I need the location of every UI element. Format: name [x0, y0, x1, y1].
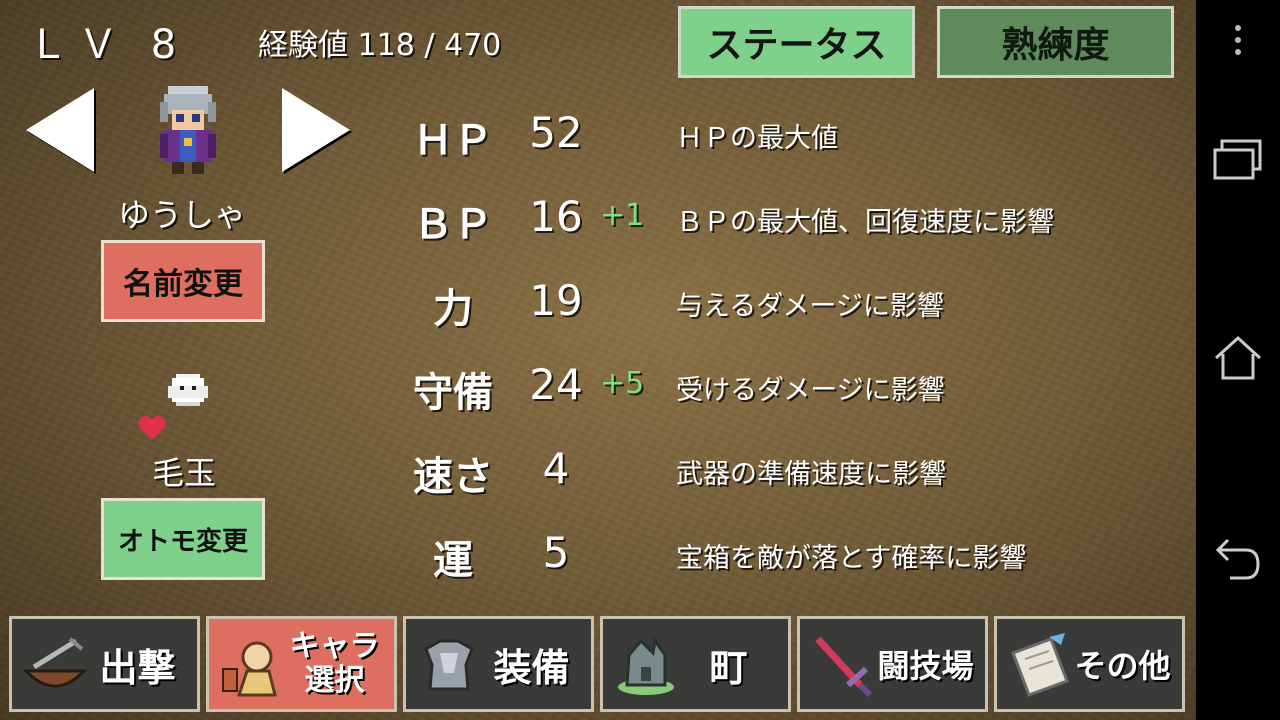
stat-name: ＢＰ [413, 202, 493, 248]
stat-description: 受けるダメージに影響 [676, 375, 945, 406]
scroll-icon [1011, 633, 1069, 697]
stat-value: 19 [529, 276, 583, 325]
stat-description: 宝箱を敵が落とす確率に影響 [676, 543, 1027, 574]
stat-description: ＨＰの最大値 [676, 123, 838, 154]
tab-label: その他 [1074, 647, 1171, 685]
experience-readout: 経験値 118 / 470 [258, 20, 501, 64]
system-navigation-bar [1196, 0, 1280, 720]
mastery-tab-button[interactable]: 熟練度 [937, 6, 1174, 78]
stat-row-speed: 速さ 4 武器の準備速度に影響 [0, 426, 1196, 510]
stat-value: 5 [542, 528, 570, 577]
sword-icon [815, 636, 873, 698]
stat-value: 24 [529, 360, 583, 409]
tab-label: 町 [709, 645, 748, 690]
game-screen: ＬＶ 8 経験値 118 / 470 ステータス 熟練度 ゆうしゃ 名前変更 毛… [0, 0, 1196, 720]
stat-row-bp: ＢＰ 16 +1 ＢＰの最大値、回復速度に影響 [0, 174, 1196, 258]
tab-character-select[interactable]: キャラ 選択 [206, 616, 397, 712]
experience-label: 経験値 [258, 28, 348, 63]
stat-bonus: +5 [600, 366, 645, 401]
tab-sortie[interactable]: 出撃 [9, 616, 200, 712]
tab-other[interactable]: その他 [994, 616, 1185, 712]
stat-name: 力 [433, 286, 473, 332]
stat-value: 16 [529, 192, 583, 241]
tab-label: キャラ 選択 [289, 629, 380, 698]
stat-description: 武器の準備速度に影響 [676, 459, 946, 490]
stat-row-hp: ＨＰ 52 ＨＰの最大値 [0, 90, 1196, 174]
tab-town[interactable]: 町 [600, 616, 791, 712]
boat-icon [22, 637, 88, 688]
tab-label: 出撃 [99, 645, 176, 690]
recent-apps-icon[interactable] [1196, 138, 1280, 182]
character-icon [222, 641, 277, 697]
stat-name: ＨＰ [413, 118, 493, 164]
stat-row-defense: 守備 24 +5 受けるダメージに影響 [0, 342, 1196, 426]
stat-value: 52 [529, 108, 583, 157]
bottom-navigation: 出撃 キャラ 選択 装備 町 闘技場 その他 [0, 614, 1196, 720]
back-icon[interactable] [1196, 536, 1280, 582]
tab-arena[interactable]: 闘技場 [797, 616, 988, 712]
stat-bonus: +1 [600, 198, 645, 233]
status-tab-button[interactable]: ステータス [678, 6, 915, 78]
home-icon[interactable] [1196, 334, 1280, 382]
stat-description: ＢＰの最大値、回復速度に影響 [676, 207, 1054, 238]
stat-row-luck: 運 5 宝箱を敵が落とす確率に影響 [0, 510, 1196, 594]
armor-icon [424, 639, 474, 691]
tab-label: 闘技場 [877, 647, 974, 685]
stat-row-strength: 力 19 与えるダメージに影響 [0, 258, 1196, 342]
tab-label: 装備 [493, 645, 570, 690]
tab-equipment[interactable]: 装備 [403, 616, 594, 712]
stat-name: 守備 [413, 370, 493, 416]
town-icon [618, 637, 674, 695]
stat-value: 4 [542, 444, 570, 493]
level-label: ＬＶ 8 [28, 22, 187, 68]
experience-value: 118 / 470 [357, 28, 502, 63]
stat-description: 与えるダメージに影響 [676, 291, 944, 322]
overflow-menu-icon[interactable] [1196, 24, 1280, 56]
stat-name: 運 [433, 538, 473, 584]
stat-name: 速さ [413, 454, 493, 500]
